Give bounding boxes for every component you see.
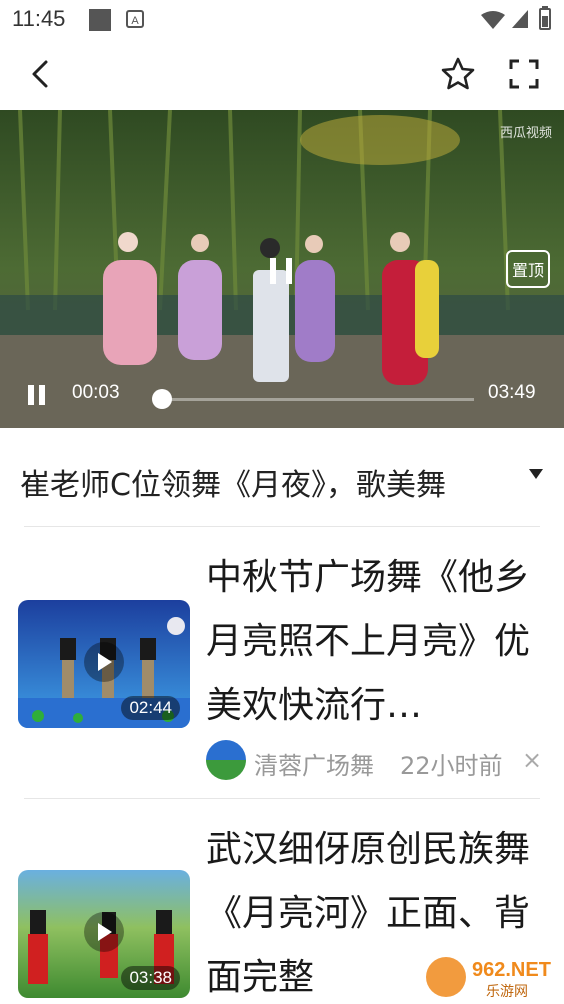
divider <box>24 798 540 799</box>
video-player[interactable]: 西瓜视频 置顶 00:03 03:49 <box>0 110 564 428</box>
pin-top-button[interactable]: 置顶 <box>506 250 550 288</box>
video-thumbnail[interactable]: 03:38 <box>18 870 190 998</box>
time-ago: 22小时前 <box>400 752 503 780</box>
recommended-video-title[interactable]: 中秋节广场舞《他乡月亮照不上月亮》优美欢快流行… <box>206 546 546 738</box>
svg-text:A: A <box>131 15 139 27</box>
author-name[interactable]: 清蓉广场舞 <box>254 746 374 781</box>
video-thumbnail[interactable]: 02:44 <box>18 600 190 728</box>
avatar[interactable] <box>206 740 246 780</box>
back-arrow-icon <box>32 60 48 88</box>
status-time: 11:45 <box>12 6 66 31</box>
seek-bar[interactable] <box>152 389 474 409</box>
notification-square-icon <box>89 9 111 31</box>
svg-text:乐游网: 乐游网 <box>486 984 528 1000</box>
signal-icon <box>512 10 528 28</box>
battery-icon <box>539 6 551 30</box>
top-bar <box>0 40 564 110</box>
status-bar: 11:45 A <box>0 0 564 40</box>
wifi-icon <box>481 11 505 29</box>
back-button[interactable] <box>20 54 60 94</box>
video-duration: 03:38 <box>121 966 180 990</box>
video-meta: 清蓉广场舞 22小时前 × <box>206 740 546 782</box>
video-title-row[interactable]: 崔老师C位领舞《月夜》，歌美舞 <box>0 428 564 528</box>
site-watermark-logo: 962.NET 乐游网 <box>426 957 551 1000</box>
current-time: 00:03 <box>72 382 120 403</box>
divider <box>24 526 540 527</box>
star-icon <box>441 57 475 90</box>
fullscreen-button[interactable] <box>504 54 544 94</box>
favorite-button[interactable] <box>438 54 478 94</box>
video-duration: 02:44 <box>121 696 180 720</box>
notification-a-icon: A <box>126 10 144 28</box>
duration: 03:49 <box>488 382 536 403</box>
center-pause-icon[interactable] <box>268 256 296 286</box>
dismiss-icon[interactable]: × <box>522 746 542 774</box>
video-watermark: 西瓜视频 <box>499 125 552 140</box>
svg-text:962.NET: 962.NET <box>472 959 551 981</box>
play-icon[interactable] <box>84 912 124 952</box>
caret-down-icon[interactable] <box>528 468 544 480</box>
video-title: 崔老师C位领舞《月夜》，歌美舞 <box>20 468 446 503</box>
play-icon[interactable] <box>84 642 124 682</box>
fullscreen-icon <box>509 59 539 89</box>
recommended-video-card[interactable]: 02:44 中秋节广场舞《他乡月亮照不上月亮》优美欢快流行… 清蓉广场舞 22小… <box>0 528 564 796</box>
player-controls: 00:03 03:49 <box>0 370 564 420</box>
seek-bar-knob[interactable] <box>152 389 173 409</box>
pause-icon[interactable] <box>26 384 48 406</box>
